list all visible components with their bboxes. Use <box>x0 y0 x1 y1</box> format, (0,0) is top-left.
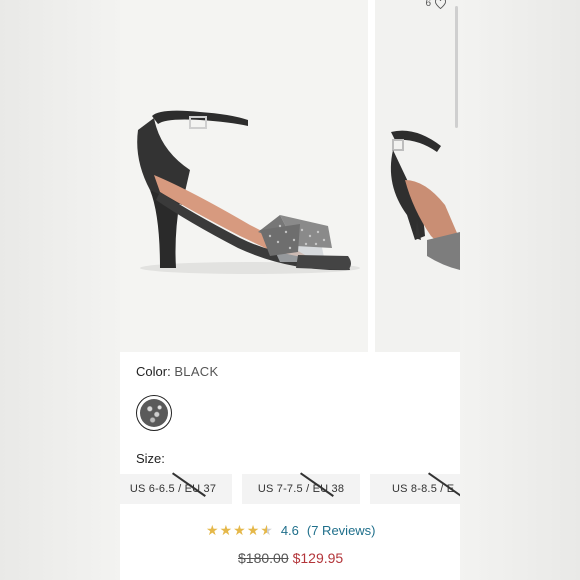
rating-value: 4.6 <box>280 523 299 538</box>
size-option[interactable]: US 7-7.5 / EU 38 <box>242 472 360 504</box>
star-icon: ★ <box>219 522 233 538</box>
scrollbar[interactable] <box>455 6 458 128</box>
color-selector-label: Color: BLACK <box>136 364 218 379</box>
size-label: Size: <box>136 451 165 466</box>
sandal-illustration-secondary <box>390 130 460 270</box>
reviews-link[interactable]: (7 Reviews) <box>307 523 376 538</box>
rating-stars: ★ ★ ★ ★ ★ <box>206 522 273 539</box>
image-count: 6 <box>425 0 431 9</box>
size-option[interactable]: US 6-6.5 / EU 37 <box>120 472 232 504</box>
heart-icon[interactable] <box>435 0 446 9</box>
star-icon: ★ <box>233 522 246 538</box>
sale-price: $129.95 <box>292 550 344 566</box>
star-icon: ★ <box>206 522 219 538</box>
color-value: BLACK <box>174 364 219 379</box>
size-options: US 6-6.5 / EU 37 US 7-7.5 / EU 38 US 8-8… <box>120 472 460 504</box>
color-label: Color: <box>136 364 171 379</box>
image-gallery[interactable]: 6 <box>120 0 460 352</box>
color-swatch-black[interactable] <box>136 395 172 431</box>
star-icon: ★ <box>246 522 260 538</box>
background-right <box>460 0 580 580</box>
half-star-icon: ★ <box>260 522 273 538</box>
swatch-pattern <box>140 399 168 427</box>
product-card: 6 Color: BLACK Size: US 6-6.5 / EU 37 US… <box>120 0 460 580</box>
size-option[interactable]: US 8-8.5 / E <box>370 472 460 504</box>
product-rating[interactable]: ★ ★ ★ ★ ★ 4.6 (7 Reviews) <box>206 522 376 539</box>
sandal-illustration <box>137 110 360 274</box>
product-image-main[interactable] <box>120 0 368 352</box>
product-image-secondary[interactable] <box>375 0 460 352</box>
price: $180.00 $129.95 <box>238 550 343 566</box>
image-counter: 6 <box>425 0 446 9</box>
original-price: $180.00 <box>238 550 289 566</box>
background-left <box>0 0 120 580</box>
